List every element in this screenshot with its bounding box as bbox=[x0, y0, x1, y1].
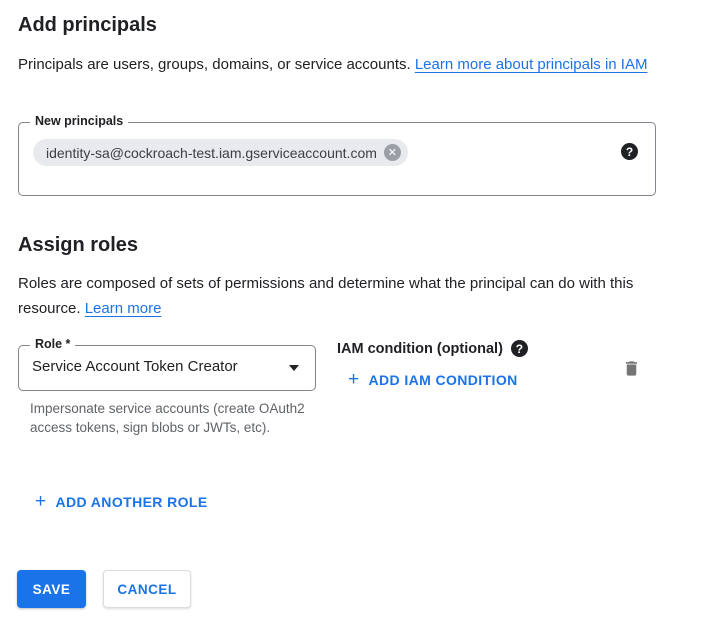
new-principals-label: New principals bbox=[30, 114, 128, 128]
iam-condition-header: IAM condition (optional) ? bbox=[337, 340, 528, 357]
add-iam-condition-button[interactable]: + ADD IAM CONDITION bbox=[348, 372, 518, 388]
new-principals-field[interactable]: New principals identity-sa@cockroach-tes… bbox=[18, 122, 656, 196]
role-helper-text: Impersonate service accounts (create OAu… bbox=[30, 400, 316, 437]
role-selected-value: Service Account Token Creator bbox=[32, 358, 238, 375]
principals-description-text: Principals are users, groups, domains, o… bbox=[18, 56, 415, 73]
principals-help-icon[interactable]: ? bbox=[621, 143, 638, 160]
principal-chip-value: identity-sa@cockroach-test.iam.gservicea… bbox=[46, 145, 377, 161]
roles-description: Roles are composed of sets of permission… bbox=[18, 271, 660, 321]
learn-more-roles-link[interactable]: Learn more bbox=[85, 300, 162, 317]
delete-role-button[interactable] bbox=[620, 356, 642, 380]
principal-chip[interactable]: identity-sa@cockroach-test.iam.gservicea… bbox=[33, 139, 408, 166]
chip-close-icon[interactable]: ✕ bbox=[384, 144, 401, 161]
plus-icon: + bbox=[35, 495, 47, 509]
principals-description: Principals are users, groups, domains, o… bbox=[18, 52, 660, 77]
assign-roles-title: Assign roles bbox=[18, 234, 138, 257]
iam-condition-help-icon[interactable]: ? bbox=[511, 340, 528, 357]
iam-condition-label: IAM condition (optional) bbox=[337, 341, 503, 357]
dropdown-arrow-icon bbox=[289, 365, 299, 371]
role-select[interactable]: Role * Service Account Token Creator bbox=[18, 345, 316, 391]
add-principals-title: Add principals bbox=[18, 14, 157, 37]
add-another-role-label: ADD ANOTHER ROLE bbox=[56, 494, 208, 510]
cancel-button[interactable]: CANCEL bbox=[103, 570, 191, 608]
add-another-role-button[interactable]: + ADD ANOTHER ROLE bbox=[35, 494, 208, 510]
add-iam-condition-label: ADD IAM CONDITION bbox=[369, 372, 518, 388]
learn-more-principals-link[interactable]: Learn more about principals in IAM bbox=[415, 56, 648, 73]
role-label: Role * bbox=[30, 337, 75, 351]
save-button[interactable]: SAVE bbox=[17, 570, 86, 608]
trash-icon bbox=[622, 358, 641, 379]
add-principals-panel: Add principals Principals are users, gro… bbox=[0, 0, 713, 629]
plus-icon: + bbox=[348, 373, 360, 387]
